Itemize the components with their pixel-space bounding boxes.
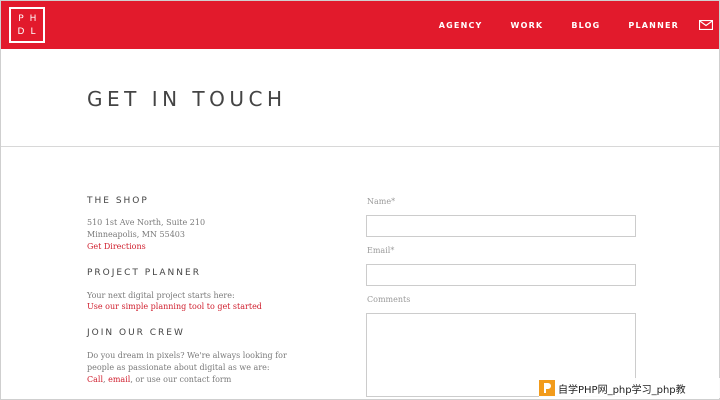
planner-link[interactable]: Use our simple planning tool to get star… <box>87 302 262 311</box>
address-line-1: 510 1st Ave North, Suite 210 <box>87 218 206 227</box>
watermark: 自学PHP网_php学习_php教 <box>539 378 720 398</box>
page-title: GET IN TOUCH <box>87 87 287 111</box>
name-label: Name* <box>367 197 396 206</box>
get-directions-link[interactable]: Get Directions <box>87 242 146 251</box>
main-nav: AGENCY WORK BLOG PLANNER <box>439 18 719 32</box>
planner-text: Your next digital project starts here: <box>87 291 235 300</box>
nav-blog[interactable]: BLOG <box>571 21 600 30</box>
crew-tail-text: , or use our contact form <box>130 375 232 384</box>
logo-letter: H <box>29 13 37 24</box>
email-label: Email* <box>367 246 395 255</box>
planner-heading: PROJECT PLANNER <box>87 268 201 278</box>
phdl-logo[interactable]: P H D L <box>9 7 45 43</box>
crew-text-line-2: people as passionate about digital as we… <box>87 363 270 372</box>
logo-letter: P <box>18 13 24 24</box>
email-input[interactable] <box>366 264 636 286</box>
logo-letter: L <box>30 26 36 37</box>
shop-heading: THE SHOP <box>87 196 149 206</box>
crew-contact-line: Call, email, or use our contact form <box>87 375 231 384</box>
section-divider <box>1 146 719 147</box>
nav-agency[interactable]: AGENCY <box>439 21 483 30</box>
crew-heading: JOIN OUR CREW <box>87 328 185 338</box>
watermark-logo-icon <box>539 380 555 396</box>
logo-letter: D <box>17 26 25 37</box>
watermark-text: 自学PHP网_php学习_php教 <box>558 384 686 396</box>
name-input[interactable] <box>366 215 636 237</box>
site-header: P H D L AGENCY WORK BLOG PLANNER <box>1 1 719 49</box>
comments-label: Comments <box>367 295 411 304</box>
nav-planner[interactable]: PLANNER <box>628 21 679 30</box>
email-link[interactable]: email <box>108 375 130 384</box>
call-link[interactable]: Call <box>87 375 103 384</box>
mail-icon[interactable] <box>699 20 713 30</box>
address-line-2: Minneapolis, MN 55403 <box>87 230 185 239</box>
crew-text-line-1: Do you dream in pixels? We're always loo… <box>87 351 287 360</box>
nav-work[interactable]: WORK <box>511 21 544 30</box>
